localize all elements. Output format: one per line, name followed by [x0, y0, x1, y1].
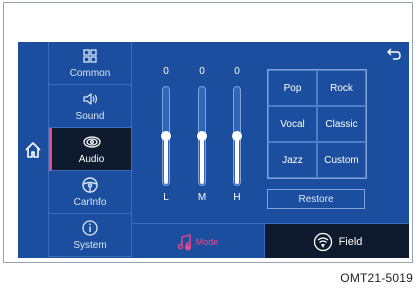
sidebar-item-common[interactable]: Common [49, 42, 131, 85]
slider-value: 0 [234, 66, 240, 77]
head-unit-screen: Common Sound Audio CarInfo System 0 L 0 [18, 42, 409, 258]
speaker-icon [83, 93, 98, 105]
slider-knob[interactable] [197, 131, 207, 141]
field-label: Field [338, 235, 363, 248]
preset-vocal-button[interactable]: Vocal [268, 106, 317, 142]
home-icon [25, 142, 41, 158]
sidebar-item-label: System [73, 240, 107, 251]
home-button[interactable] [18, 42, 49, 258]
bottom-bar: Mode Field [131, 223, 409, 258]
preset-rock-button[interactable]: Rock [317, 70, 366, 106]
slider-value: 0 [199, 66, 205, 77]
slider-fill [164, 135, 168, 184]
eq-slider-mid[interactable]: 0 M [190, 66, 214, 206]
slider-knob[interactable] [161, 131, 171, 141]
sidebar-item-audio[interactable]: Audio [49, 128, 131, 171]
slider-label: L [163, 192, 169, 203]
slider-fill [235, 135, 239, 184]
sidebar-item-label: CarInfo [73, 197, 107, 208]
preset-custom-button[interactable]: Custom [317, 142, 366, 178]
sidebar-item-label: Audio [78, 154, 105, 165]
back-arrow-icon[interactable] [387, 48, 401, 60]
slider-label: H [233, 192, 241, 203]
sidebar-item-label: Sound [75, 111, 105, 122]
slider-knob[interactable] [232, 131, 242, 141]
audio-rings-icon [82, 136, 101, 148]
restore-button[interactable]: Restore [267, 189, 365, 209]
sidebar-item-label: Common [69, 68, 111, 79]
eq-slider-low[interactable]: 0 L [154, 66, 178, 206]
preset-jazz-button[interactable]: Jazz [268, 142, 317, 178]
info-icon [82, 220, 98, 236]
mode-button[interactable]: Mode [131, 224, 263, 258]
slider-label: M [197, 192, 207, 203]
music-note-icon [177, 233, 191, 250]
preset-classic-button[interactable]: Classic [317, 106, 366, 142]
eq-slider-high[interactable]: 0 H [225, 66, 249, 206]
sidebar-item-carinfo[interactable]: CarInfo [49, 171, 131, 214]
grid-icon [83, 49, 97, 63]
sidebar-nav: Common Sound Audio CarInfo System [49, 42, 131, 258]
sound-field-icon [313, 232, 332, 251]
steering-wheel-icon [82, 177, 98, 193]
figure-code: OMT21-5019 [340, 271, 413, 285]
mode-label: Mode [195, 236, 219, 247]
field-button[interactable]: Field [264, 224, 409, 258]
preset-pop-button[interactable]: Pop [268, 70, 317, 106]
slider-fill [200, 135, 204, 184]
sidebar-item-sound[interactable]: Sound [49, 85, 131, 128]
slider-value: 0 [163, 66, 169, 77]
sidebar-item-system[interactable]: System [49, 214, 131, 257]
preset-grid: Pop Rock Vocal Classic Jazz Custom [267, 69, 367, 179]
